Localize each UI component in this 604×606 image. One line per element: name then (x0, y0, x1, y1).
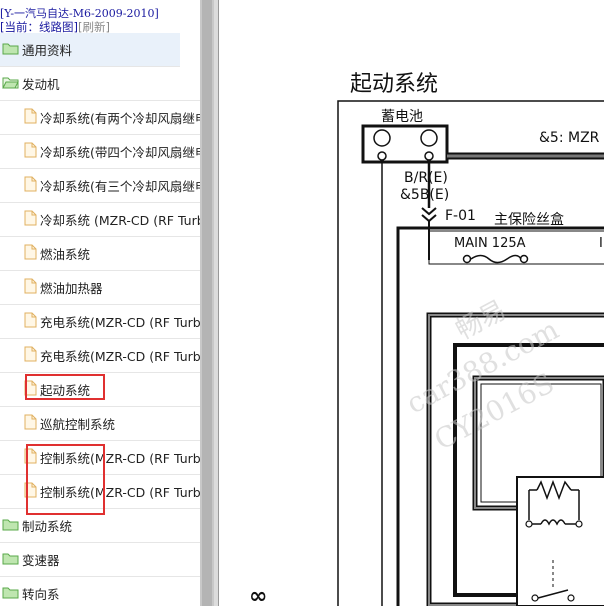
folder-open-icon (2, 76, 19, 92)
tree-item-label: 冷却系统 (MZR-CD (RF Turbo)) (40, 213, 200, 228)
document-icon (24, 210, 37, 229)
document-icon (24, 346, 37, 365)
tree-item-label: 充电系统(MZR-CD (RF Turbo)) (40, 349, 200, 364)
current-value: 线路图 (39, 20, 74, 34)
connector-label: F-01 (445, 208, 476, 224)
folder-icon (2, 518, 19, 534)
document-icon (24, 278, 37, 297)
folder-icon (2, 586, 19, 602)
tree-item-label: 变速器 (22, 553, 60, 568)
folder-icon (2, 552, 19, 568)
tree-folder-item[interactable]: 转向系 (0, 577, 200, 606)
tree-file-item[interactable]: 燃油加热器 (0, 271, 200, 305)
tree-folder-item[interactable]: 变速器 (0, 543, 200, 577)
document-icon (24, 176, 37, 195)
tree-item-label: 燃油加热器 (40, 281, 103, 296)
document-icon (24, 414, 37, 433)
tree-file-item[interactable]: 冷却系统 (MZR-CD (RF Turbo)) (0, 203, 200, 237)
diagram-lines (337, 100, 604, 606)
bottom-symbol: ∞ (249, 584, 268, 606)
wire-code-label: &5B(E) (400, 187, 450, 203)
tree-file-item[interactable]: 充电系统(MZR-CD (RF Turbo)) (0, 339, 200, 373)
fuse-name-label-2: I (599, 236, 603, 251)
wire-label-top: &5: MZR (539, 130, 600, 146)
document-icon (24, 312, 37, 331)
tree-item-label: 冷却系统(带四个冷却风扇继电器) (40, 145, 200, 160)
tree-item-label: 通用资料 (22, 43, 73, 58)
tree-list: 通用资料发动机冷却系统(有两个冷却风扇继电器) 冷却系统(带四个冷却风扇继电器) 冷… (0, 33, 200, 606)
tree-file-item[interactable]: 冷却系统(带四个冷却风扇继电器) (0, 135, 200, 169)
highlight-box-start-system (25, 374, 105, 400)
tree-item-label: 发动机 (22, 77, 60, 92)
tree-file-item[interactable]: 冷却系统(有三个冷却风扇继电器) (0, 169, 200, 203)
tree-item-label: 转向系 (22, 587, 60, 602)
tree-file-item[interactable]: 燃油系统 (0, 237, 200, 271)
tree-item-label: 制动系统 (22, 519, 73, 534)
fuse-name-label: MAIN 125A (454, 236, 526, 251)
tree-file-item[interactable]: 冷却系统(有两个冷却风扇继电器) (0, 101, 200, 135)
document-icon (24, 142, 37, 161)
tree-folder-item[interactable]: 通用资料 (0, 33, 180, 67)
sidebar-scrollbar[interactable] (200, 0, 214, 606)
battery-label: 蓄电池 (381, 109, 423, 125)
tree-item-label: 燃油系统 (40, 247, 91, 262)
tree-folder-item[interactable]: 发动机 (0, 67, 200, 101)
tree-item-label: 冷却系统(有三个冷却风扇继电器) (40, 179, 200, 194)
document-icon (24, 244, 37, 263)
tree-file-item[interactable]: 巡航控制系统 (0, 407, 200, 441)
wire-color-label: B/R(E) (404, 170, 448, 186)
tree-item-label: 充电系统(MZR-CD (RF Turbo)) (40, 315, 200, 330)
scrollbar-thumb[interactable] (202, 0, 212, 606)
tree-item-label: 巡航控制系统 (40, 417, 116, 432)
tree-file-item[interactable]: 充电系统(MZR-CD (RF Turbo)) (0, 305, 200, 339)
highlight-box-control-system (26, 444, 105, 515)
refresh-link[interactable]: [刷新] (78, 20, 110, 34)
current-prefix: [当前： (0, 20, 39, 34)
tree-item-label: 冷却系统(有两个冷却风扇继电器) (40, 111, 200, 126)
fuse-box-label: 主保险丝盒 (494, 212, 564, 228)
sidebar-tree-panel: [Y-一汽马自达-M6-2009-2010] [当前：线路图][刷新] 通用资料… (0, 0, 200, 606)
wiring-diagram-view: 起动系统 蓄电池 &5: MZR B/R(E) &5B(E) F-01 主保险丝… (219, 0, 604, 606)
document-icon (24, 108, 37, 127)
folder-icon (2, 42, 19, 58)
